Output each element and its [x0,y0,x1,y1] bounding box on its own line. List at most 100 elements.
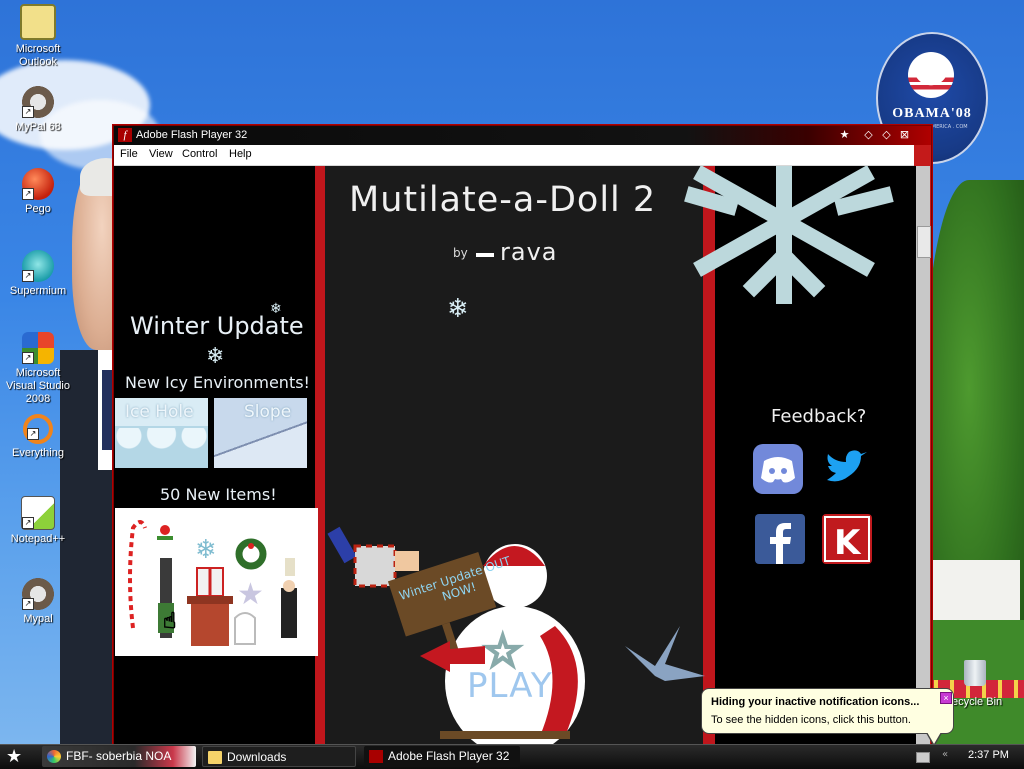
desktop-icon-notepadpp[interactable]: ↗ Notepad++ [0,496,76,546]
everything-icon: ↗ [23,414,53,444]
recycle-bin-icon [964,660,986,686]
pego-icon: ↗ [22,168,54,200]
environment-label: Ice Hole [125,402,194,422]
icy-environments-heading: New Icy Environments! [125,373,310,392]
snowflake-icon [684,166,894,304]
flash-icon: f [118,128,132,142]
outlook-icon [20,4,56,40]
kongregate-icon: K [824,516,870,563]
menu-bar: File View Control Help [114,145,914,166]
taskbar-item-fbf[interactable]: FBF- soberbia NOA [42,746,196,767]
close-icon[interactable]: × [940,692,952,704]
discord-button[interactable] [753,444,803,494]
twitter-icon [827,450,867,482]
byline-dash [476,253,494,257]
menu-view[interactable]: View [149,148,173,160]
close-button[interactable]: ⊠ [897,128,912,142]
new-items-preview: ❄ ★ ☝ [115,508,318,656]
scrollbar-thumb[interactable] [917,226,931,258]
desktop-icon-visual-studio[interactable]: ↗ Microsoft Visual Studio 2008 [0,332,76,406]
show-hidden-icons-button[interactable]: « [942,749,948,760]
mypal-icon: ↗ [22,578,54,610]
balloon-body: To see the hidden icons, click this butt… [711,714,911,726]
game-title: Mutilate-a-Doll 2 [349,180,657,220]
notification-balloon[interactable]: Hiding your inactive notification icons.… [701,688,954,747]
visual-studio-icon: ↗ [22,332,54,364]
window-titlebar[interactable]: f Adobe Flash Player 32 ★ ◇ ◇ ⊠ [114,126,931,145]
star-icon [625,626,705,681]
desktop-icon-label: Mypal [23,613,53,625]
snowflake-icon: ❄ [195,535,217,565]
menu-help[interactable]: Help [229,148,252,160]
pin-icon[interactable]: ◇ [861,128,876,142]
snowflake-icon: ❄ [447,294,469,324]
desktop-icon-label: Everything [12,447,64,459]
taskbar-item-flash[interactable]: Adobe Flash Player 32 [364,746,520,767]
desktop-icon-label: Microsoft Outlook [15,43,61,68]
bench [440,731,570,739]
taskbar-item-label: Adobe Flash Player 32 [388,749,510,763]
facebook-icon [770,523,791,564]
taskbar: ★ FBF- soberbia NOA Downloads Adobe Flas… [0,744,1024,769]
menu-file[interactable]: File [120,148,138,160]
flash-stage[interactable]: Mutilate-a-Doll 2 by rava ❄ ❄ ❄ Winter U… [114,166,916,746]
discord-icon [761,457,795,483]
star-icon: ★ [6,746,23,767]
obama-logo [908,52,954,98]
badge-text: OBAMA'08 [892,106,972,121]
desktop-icon-supermium[interactable]: ↗ Supermium [0,250,76,298]
taskbar-item-label: Downloads [227,750,287,764]
desktop-icon-mypal68[interactable]: ↗ MyPal 68 [0,86,76,134]
snowflake-icon: ❄ [206,344,225,369]
flash-player-window: f Adobe Flash Player 32 ★ ◇ ◇ ⊠ File Vie… [113,125,932,747]
vertical-scrollbar[interactable] [916,166,931,746]
house-background [930,560,1020,620]
nutcracker-icon [281,588,297,638]
candle-icon [285,558,295,576]
desktop-icon-label: Pego [25,203,51,215]
minimize-button[interactable]: ◇ [879,128,894,142]
game-author: rava [500,238,558,266]
desktop-icon-label: Supermium [9,285,67,297]
taskbar-item-label: FBF- soberbia NOA [66,749,172,763]
desktop-icon-label: MyPal 68 [15,121,61,133]
candy-cane-icon [128,520,147,629]
facebook-button[interactable] [755,514,805,564]
balloon-title: Hiding your inactive notification icons.… [711,696,920,708]
desktop-icon-label: Microsoft Visual Studio 2008 [5,367,70,405]
desktop-icon-label: ecycle Bin [952,696,1003,708]
menu-control[interactable]: Control [182,148,217,160]
star-icon: ★ [237,577,264,612]
notepadpp-icon: ↗ [21,496,55,530]
supermium-icon: ↗ [22,250,54,282]
twitter-button[interactable] [821,444,871,494]
flash-icon [369,750,383,763]
mypal-icon: ↗ [22,86,54,118]
kongregate-button[interactable]: K [822,514,872,564]
keyboard-icon[interactable] [916,752,930,763]
folder-icon [208,751,222,764]
desktop-icon-pego[interactable]: ↗ Pego [0,168,76,216]
chimney-icon [191,600,229,646]
pinwheel-icon [47,750,61,763]
feedback-heading: Feedback? [771,406,867,427]
environment-label: Slope [244,402,292,422]
svg-text:K: K [834,523,862,563]
desktop-icon-everything[interactable]: ↗ Everything [0,414,76,460]
hand-cursor-icon: ☝ [163,609,176,634]
desktop-icon-label: Notepad++ [10,533,66,545]
taskbar-item-downloads[interactable]: Downloads [202,746,356,767]
taskbar-clock[interactable]: 2:37 PM [968,749,1009,761]
environment-slope: Slope [214,398,307,468]
desktop-icon-outlook[interactable]: Microsoft Outlook [0,4,76,69]
divider-left [315,166,325,746]
desktop-icon-mypal[interactable]: ↗ Mypal [0,578,76,626]
winter-update-heading: Winter Update [130,312,304,340]
candle-arch-icon [234,612,256,645]
snowman-scene: ☆ [327,526,705,746]
new-items-heading: 50 New Items! [160,485,277,504]
play-button[interactable]: PLAY [467,666,553,706]
star-icon[interactable]: ★ [837,128,852,142]
mistletoe-icon [160,525,170,535]
start-button[interactable]: ★ [6,747,28,767]
